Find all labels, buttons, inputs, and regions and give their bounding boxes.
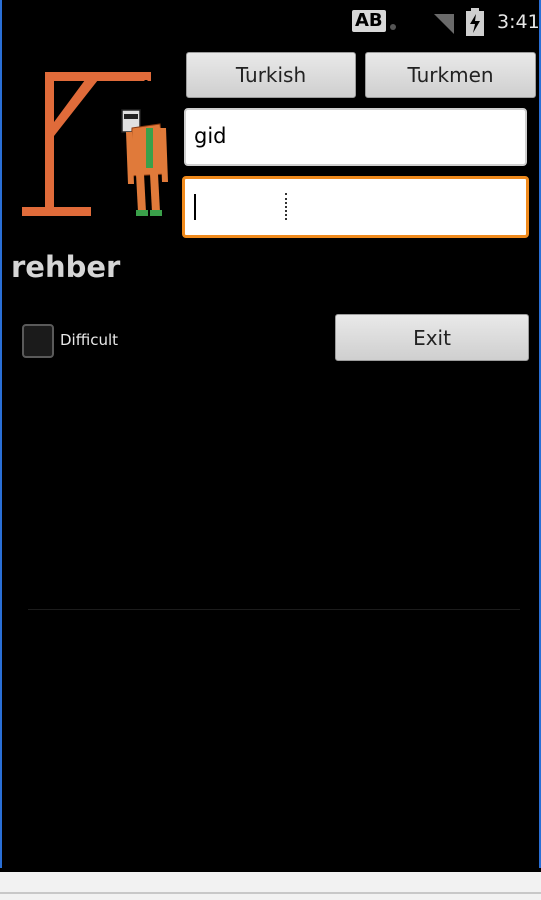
exit-button[interactable]: Exit [335, 314, 529, 361]
insertion-marker [285, 193, 288, 220]
hangman-gallows-icon [22, 72, 168, 216]
text-cursor [194, 194, 196, 220]
bottom-bar-line [0, 892, 541, 894]
turkish-button[interactable]: Turkish [186, 52, 356, 98]
clock: 3:41 [497, 11, 540, 33]
turkmen-button[interactable]: Turkmen [365, 52, 536, 98]
status-bar: AB 3:41 [0, 0, 541, 44]
signal-icon [434, 14, 454, 34]
window-bottom-bar [0, 872, 541, 900]
word-field[interactable]: gid [184, 108, 527, 166]
ab-notification-icon: AB [352, 10, 386, 32]
battery-charging-icon [466, 8, 484, 36]
notification-dot-icon [390, 24, 396, 30]
divider [28, 609, 520, 610]
answer-word: rehber [11, 250, 121, 284]
guess-input[interactable] [182, 176, 529, 238]
difficult-checkbox-label: Difficult [60, 331, 119, 349]
difficult-checkbox[interactable] [22, 324, 54, 358]
